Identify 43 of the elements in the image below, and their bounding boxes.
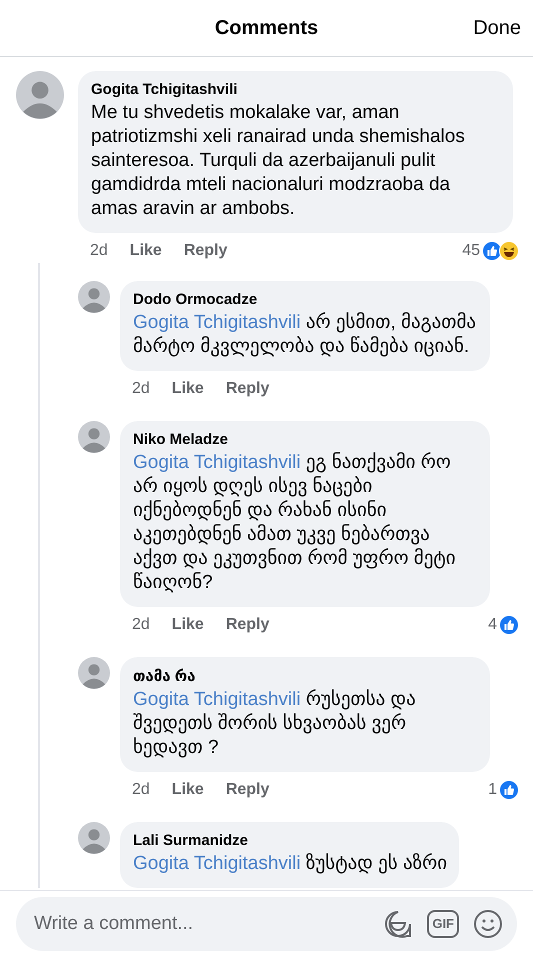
- mention-link[interactable]: Gogita Tchigitashvili: [133, 312, 301, 333]
- like-button[interactable]: Like: [172, 781, 204, 799]
- like-button[interactable]: Like: [130, 242, 162, 260]
- comment-text: Gogita Tchigitashvili არ ესმით, მაგათმა მარტო მკვლელობა და წამება იციან.: [133, 311, 478, 359]
- reply-button[interactable]: Reply: [226, 380, 270, 398]
- reaction-count: 4: [488, 616, 497, 634]
- comment-text: Gogita Tchigitashvili ეგ ნათქვამი რო არ იყოს დღეს ისევ ნაცები იქნებოდნენ და რახან ისინი აკეთებდნენ ამათ უკვე ნებართვა აქვთ და ეკუთვნით რომ უფრო მეტი წაიღონ?: [133, 451, 457, 595]
- reaction-count: 1: [488, 781, 497, 799]
- timestamp: 2d: [90, 242, 108, 260]
- avatar: [78, 657, 110, 689]
- author-name: Lali Surmanidze: [133, 832, 250, 849]
- avatar: [16, 71, 64, 119]
- done-button[interactable]: Done: [473, 16, 521, 40]
- gif-button[interactable]: GIF: [427, 910, 459, 938]
- reply-button[interactable]: Reply: [184, 242, 228, 260]
- comment-text: Me tu shvedetis mokalake var, aman patriotizmshi xeli ranairad unda shemishalos sainteresoa. Turquli da azerbaijanuli pulit gamdidrda mteli nacionaluri modzraoba da amas aravin ar ambobs.: [91, 101, 466, 221]
- reaction-count: 45: [462, 242, 480, 260]
- reply-button[interactable]: Reply: [226, 616, 270, 634]
- laughing-face-icon: [499, 241, 519, 261]
- thumbs-up-icon: [499, 780, 519, 800]
- author-name: Niko Meladze: [133, 431, 230, 448]
- comment-text: Gogita Tchigitashvili რუსეთსა და შვედეთს შორის სხვაობას ვერ ხედავთ ?: [133, 688, 417, 760]
- comment-field[interactable]: Write a comment... GIF: [16, 897, 517, 951]
- timestamp: 2d: [132, 380, 150, 398]
- author-name: თამა რა: [133, 667, 196, 685]
- mention-link[interactable]: Gogita Tchigitashvili: [133, 689, 301, 710]
- sticker-icon[interactable]: [383, 909, 414, 939]
- mention-link[interactable]: Gogita Tchigitashvili: [133, 853, 301, 874]
- like-button[interactable]: Like: [172, 380, 204, 398]
- page-title: Comments: [214, 16, 318, 40]
- mention-link[interactable]: Gogita Tchigitashvili: [133, 452, 301, 473]
- emoji-icon[interactable]: [473, 909, 503, 939]
- thumbs-up-icon: [499, 615, 519, 635]
- avatar: [78, 421, 110, 453]
- reply-button[interactable]: Reply: [226, 781, 270, 799]
- timestamp: 2d: [132, 781, 150, 799]
- comment-text: Gogita Tchigitashvili ზუსტად ეს აზრი: [133, 852, 448, 876]
- author-name: Dodo Ormocadze: [133, 291, 258, 308]
- author-name: Gogita Tchigitashvili: [91, 81, 238, 98]
- avatar: [78, 822, 110, 854]
- avatar: [78, 281, 110, 313]
- timestamp: 2d: [132, 616, 150, 634]
- like-button[interactable]: Like: [172, 616, 204, 634]
